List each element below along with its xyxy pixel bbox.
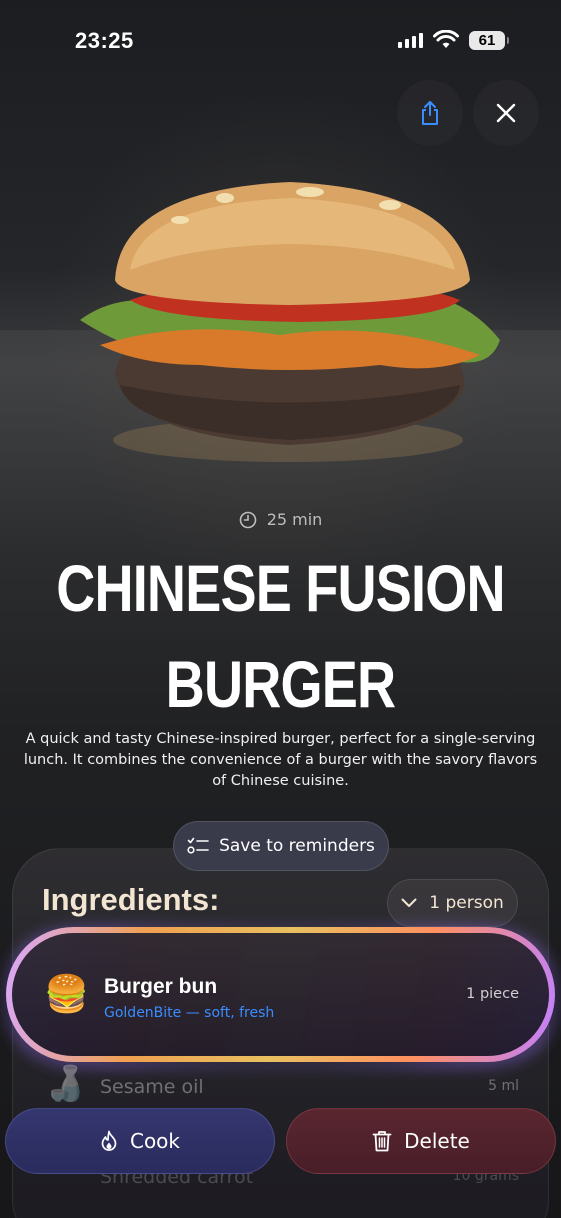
clock-icon (239, 511, 256, 528)
share-button[interactable] (397, 80, 463, 146)
ingredient-name: Burger bun (104, 975, 218, 998)
burger-icon: 🍔 (44, 974, 89, 1015)
ingredient-quantity: 5 ml (488, 1078, 519, 1094)
servings-label: 1 person (429, 893, 504, 913)
recipe-photo (80, 182, 500, 462)
trash-icon (372, 1131, 392, 1152)
chevron-down-icon (401, 898, 417, 907)
signal-icon (398, 33, 423, 48)
ingredient-quantity: 1 piece (466, 986, 519, 1002)
recipe-title-line2: BURGER (165, 647, 396, 721)
save-to-reminders-label: Save to reminders (219, 836, 375, 856)
delete-button[interactable]: Delete (286, 1108, 556, 1174)
flame-icon (101, 1130, 117, 1151)
ingredients-heading: Ingredients: (42, 882, 220, 917)
cook-label: Cook (129, 1129, 181, 1153)
recipe-description: A quick and tasty Chinese-inspired burge… (23, 731, 538, 789)
close-icon (496, 103, 516, 123)
cook-button[interactable]: Cook (5, 1108, 275, 1174)
status-time: 23:25 (75, 28, 134, 53)
close-button[interactable] (473, 80, 539, 146)
recipe-title-line1: CHINESE FUSION (56, 551, 505, 625)
delete-label: Delete (404, 1129, 470, 1153)
servings-selector[interactable]: 1 person (387, 879, 518, 927)
ingredient-detail: GoldenBite — soft, fresh (104, 1005, 275, 1021)
ingredient-name[interactable]: Sesame oil (100, 1076, 204, 1098)
status-bar: 23:25 61 (0, 0, 561, 80)
recipe-title: CHINESE FUSION BURGER (50, 540, 510, 732)
sake-bottle-icon: 🍶 (44, 1064, 87, 1104)
checklist-icon (187, 837, 209, 854)
duration: 25 min (0, 510, 561, 529)
wifi-icon (433, 30, 459, 48)
battery-indicator: 61 (469, 31, 509, 50)
save-to-reminders-button[interactable]: Save to reminders (173, 821, 389, 871)
duration-text: 25 min (266, 510, 323, 529)
share-icon (422, 101, 438, 125)
